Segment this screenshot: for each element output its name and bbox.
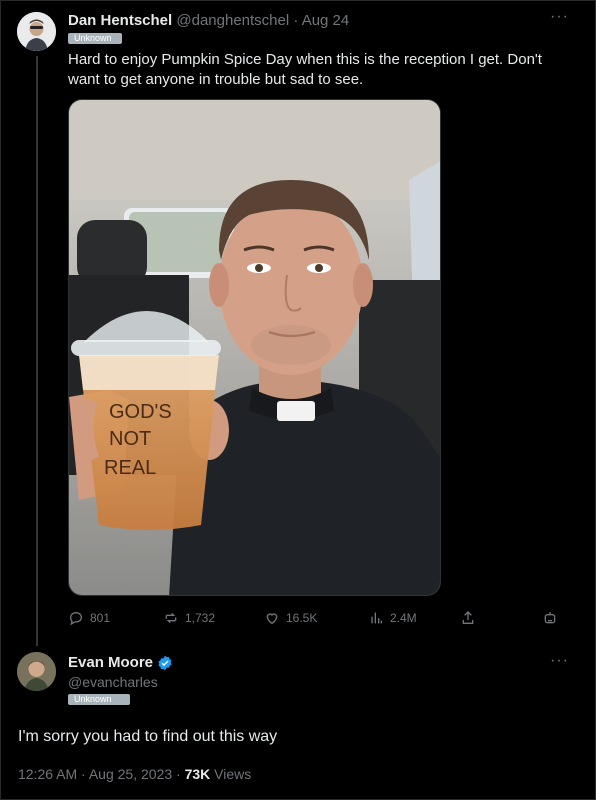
view-count: 2.4M xyxy=(390,611,417,625)
bot-action[interactable] xyxy=(542,610,558,626)
original-tweet[interactable]: Dan Hentschel @danghentschel · Aug 24 Un… xyxy=(0,0,596,646)
verified-badge-icon xyxy=(158,655,172,670)
reply-affiliation-badge: Unknown xyxy=(68,694,130,705)
heart-icon xyxy=(266,613,278,625)
author-handle[interactable]: @danghentschel xyxy=(176,12,289,29)
share-action[interactable] xyxy=(460,610,476,626)
cup-text-line-2: NOT xyxy=(109,428,151,450)
like-action[interactable]: 16.5K xyxy=(264,610,317,626)
cup-text-line-1: GOD'S xyxy=(109,401,172,423)
avatar-image xyxy=(17,12,56,51)
tweet-header: Dan Hentschel @danghentschel · Aug 24 xyxy=(68,12,349,29)
reply-icon xyxy=(69,611,83,626)
retweet-action[interactable]: 1,732 xyxy=(163,610,215,626)
more-options-icon[interactable]: ··· xyxy=(550,8,569,26)
retweet-count: 1,732 xyxy=(185,611,216,625)
reply-time[interactable]: 12:26 AM xyxy=(18,766,77,782)
bar-chart-icon xyxy=(371,612,382,624)
reply-count: 801 xyxy=(90,611,111,625)
reply-view-count: 73K xyxy=(184,766,211,782)
like-count: 16.5K xyxy=(286,611,318,625)
reply-avatar[interactable] xyxy=(17,652,56,691)
cup-text-line-3: REAL xyxy=(104,457,156,479)
affiliation-badge: Unknown xyxy=(68,33,122,44)
tweet-date[interactable]: Aug 24 xyxy=(302,12,350,29)
reply-more-options-icon[interactable]: ··· xyxy=(550,652,569,670)
robot-icon xyxy=(544,612,556,624)
selfie-photo: GOD'S NOT REAL xyxy=(69,100,440,595)
reply-author-handle[interactable]: @evancharles xyxy=(68,674,158,690)
thread-connector-line xyxy=(36,56,38,646)
share-icon xyxy=(462,611,474,624)
views-action[interactable]: 2.4M xyxy=(368,610,417,626)
tweet-photo[interactable]: GOD'S NOT REAL xyxy=(68,99,441,596)
author-name[interactable]: Dan Hentschel xyxy=(68,12,172,29)
reply-header: Evan Moore xyxy=(68,654,173,671)
tweet-text: Hard to enjoy Pumpkin Spice Day when thi… xyxy=(68,51,542,88)
reply-meta-separator-1: · xyxy=(81,766,86,782)
reply-action[interactable]: 801 xyxy=(68,610,110,626)
reply-meta-separator-2: · xyxy=(176,766,181,782)
reply-author-name[interactable]: Evan Moore xyxy=(68,654,153,671)
reply-text: I'm sorry you had to find out this way xyxy=(18,728,278,745)
reply-meta: 12:26 AM · Aug 25, 2023 · 73K Views xyxy=(18,766,251,782)
avatar[interactable] xyxy=(17,12,56,51)
reply-views-label: Views xyxy=(214,766,252,782)
retweet-icon xyxy=(165,612,177,624)
reply-date[interactable]: Aug 25, 2023 xyxy=(89,766,172,782)
reply-avatar-image xyxy=(17,652,56,691)
header-separator: · xyxy=(293,12,299,29)
tweet-action-bar: 801 1,732 16.5K 2.4M xyxy=(68,610,568,630)
